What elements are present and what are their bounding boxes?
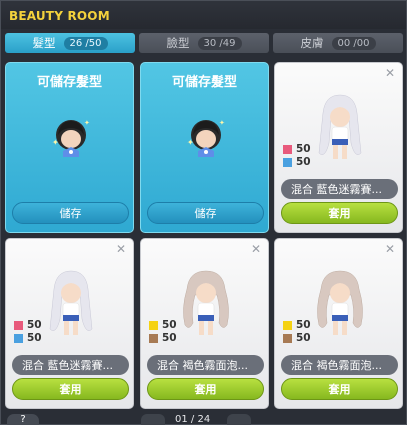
mix-ratio-2: 50 (162, 332, 177, 344)
mix-color-2: 50 (149, 332, 177, 344)
svg-text:✦: ✦ (84, 119, 90, 127)
hair-name-label: 混合 褐色霧面泡... (147, 355, 264, 375)
color-swatch (14, 320, 23, 330)
mix-color-1: 50 (283, 319, 311, 331)
beauty-room-window: BEAUTY ROOM 髮型 26 /50 臉型 30 /49 皮膚 00 /0… (0, 0, 407, 425)
character-preview (49, 270, 93, 335)
tab-face[interactable]: 臉型 30 /49 (139, 33, 269, 53)
color-swatch (283, 320, 292, 330)
tab-skin-label: 皮膚 (300, 36, 324, 50)
tab-face-label: 臉型 (166, 36, 190, 50)
mix-ratio-2: 50 (296, 156, 311, 168)
hair-style-card[interactable]: ✕ 50 50 混合 藍色迷霧賽... 套用 (274, 62, 403, 233)
save-button[interactable]: 儲存 (12, 202, 129, 224)
mix-ratio-2: 50 (296, 332, 311, 344)
save-slot-label: 可儲存髮型 (171, 75, 237, 90)
next-page-button[interactable] (227, 414, 251, 425)
color-swatch (149, 320, 158, 330)
hair-preview-icon: ✦ ✦ (187, 119, 225, 157)
save-slot-card[interactable]: 可儲存髮型 ✦ ✦ 儲存 (5, 62, 134, 233)
mix-ratio-1: 50 (296, 319, 311, 331)
hair-name-label: 混合 藍色迷霧賽... (281, 179, 398, 199)
prev-page-button[interactable] (141, 414, 165, 425)
save-slot-label: 可儲存髮型 (36, 75, 102, 90)
help-button[interactable]: ? (7, 414, 39, 425)
mix-ratio-1: 50 (296, 143, 311, 155)
character-preview (183, 270, 229, 335)
tab-skin-count: 00 /00 (331, 36, 376, 50)
color-swatch (283, 144, 292, 154)
mix-color-2: 50 (283, 332, 311, 344)
mix-color-1: 50 (149, 319, 177, 331)
bottom-bar: ? 01 / 24 (1, 412, 406, 425)
hair-name-label: 混合 藍色迷霧賽... (12, 355, 129, 375)
color-swatch (149, 333, 158, 343)
close-icon[interactable]: ✕ (116, 242, 126, 256)
close-icon[interactable]: ✕ (251, 242, 261, 256)
mix-color-2: 50 (14, 332, 42, 344)
character-preview (318, 94, 362, 159)
category-tabs: 髮型 26 /50 臉型 30 /49 皮膚 00 /00 (5, 33, 403, 53)
save-button[interactable]: 儲存 (147, 202, 264, 224)
window-title: BEAUTY ROOM (9, 9, 110, 23)
pagination: 01 / 24 (141, 414, 251, 425)
tab-hair-label: 髮型 (32, 36, 56, 50)
apply-button[interactable]: 套用 (281, 378, 398, 400)
character-preview (317, 270, 363, 335)
hair-preview-icon: ✦ ✦ (52, 119, 90, 157)
hair-name-label: 混合 褐色霧面泡... (281, 355, 398, 375)
svg-text:✦: ✦ (52, 138, 59, 147)
save-slot-card[interactable]: 可儲存髮型 ✦ ✦ 儲存 (140, 62, 269, 233)
color-swatch (283, 157, 292, 167)
apply-button[interactable]: 套用 (281, 202, 398, 224)
page-indicator: 01 / 24 (175, 414, 211, 425)
close-icon[interactable]: ✕ (385, 66, 395, 80)
mix-ratio-1: 50 (162, 319, 177, 331)
svg-text:✦: ✦ (219, 119, 225, 127)
mix-color-1: 50 (14, 319, 42, 331)
title-bar[interactable]: BEAUTY ROOM (1, 1, 406, 29)
mix-color-1: 50 (283, 143, 311, 155)
tab-hair[interactable]: 髮型 26 /50 (5, 33, 135, 53)
color-swatch (14, 333, 23, 343)
mix-ratio-1: 50 (27, 319, 42, 331)
color-swatch (283, 333, 292, 343)
hair-style-card[interactable]: ✕ 50 50 混合 褐色霧面泡... 套用 (274, 238, 403, 409)
apply-button[interactable]: 套用 (147, 378, 264, 400)
close-icon[interactable]: ✕ (385, 242, 395, 256)
tab-face-count: 30 /49 (197, 36, 242, 50)
svg-text:✦: ✦ (187, 138, 194, 147)
hair-style-card[interactable]: ✕ 50 50 混合 褐色霧面泡... 套用 (140, 238, 269, 409)
hair-style-card[interactable]: ✕ 50 50 混合 藍色迷霧賽... 套用 (5, 238, 134, 409)
tab-skin[interactable]: 皮膚 00 /00 (273, 33, 403, 53)
tab-hair-count: 26 /50 (63, 36, 108, 50)
apply-button[interactable]: 套用 (12, 378, 129, 400)
mix-color-2: 50 (283, 156, 311, 168)
mix-ratio-2: 50 (27, 332, 42, 344)
